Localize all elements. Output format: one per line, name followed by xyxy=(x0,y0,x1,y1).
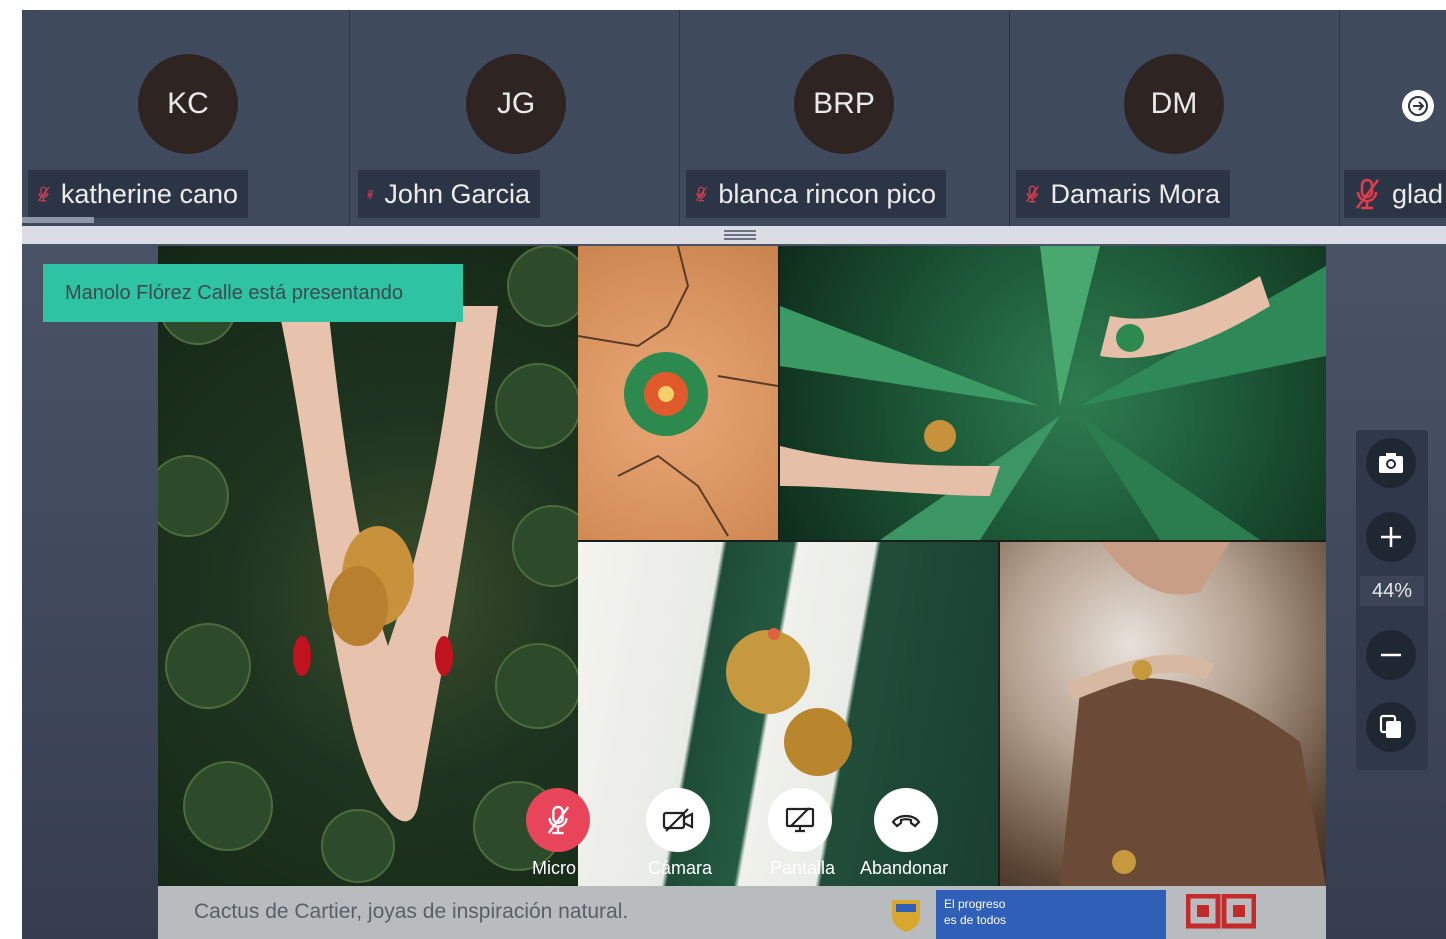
zoom-level: 44% xyxy=(1360,576,1424,606)
participant-name-tag: blanca rincon pico xyxy=(686,170,946,218)
zoom-in-icon xyxy=(1381,527,1401,547)
avatar: BRP xyxy=(794,54,894,154)
participant-name: John Garcia xyxy=(384,178,530,209)
participant-name: Damaris Mora xyxy=(1050,178,1220,209)
panel-splitter[interactable] xyxy=(22,226,1446,244)
presenter-banner: Manolo Flórez Calle está presentando xyxy=(43,264,463,322)
participant-tile[interactable]: BRP blanca rincon pico xyxy=(682,10,1010,226)
shared-slide: Cactus de Cartier, joyas de inspiración … xyxy=(158,246,1326,939)
camera-off-icon xyxy=(662,808,694,832)
mic-label: Micro xyxy=(532,858,576,878)
mic-off-icon xyxy=(367,189,374,199)
meeting-window: KC katherine cano JG John Garcia BRP bla… xyxy=(22,10,1446,939)
slide-photo-agave-hands xyxy=(780,246,1326,540)
mic-off-icon xyxy=(1026,185,1039,203)
participant-name: katherine cano xyxy=(60,178,238,209)
splitter-grip-icon[interactable] xyxy=(724,230,756,232)
participant-name-tag: katherine cano xyxy=(28,170,248,218)
screen-share-label: Pantalla xyxy=(770,858,836,878)
hang-up-icon xyxy=(891,814,921,828)
camera-snapshot-icon xyxy=(1379,453,1403,473)
participant-name: blanca rincon pico xyxy=(718,178,936,209)
view-toolbar: 44% xyxy=(1356,430,1428,770)
camera-toggle-button[interactable] xyxy=(646,788,710,852)
mic-off-icon xyxy=(37,186,50,202)
snapshot-button[interactable] xyxy=(1366,438,1416,488)
screen-share-button[interactable] xyxy=(768,788,832,852)
camera-label: Cámara xyxy=(648,858,713,878)
screen-share-off-icon xyxy=(785,807,815,833)
arrow-right-icon xyxy=(1408,96,1428,116)
slide-photo-model xyxy=(1000,542,1326,886)
zoom-out-icon xyxy=(1381,653,1401,657)
participant-tile[interactable]: JG John Garcia xyxy=(352,10,680,226)
zoom-out-button[interactable] xyxy=(1366,630,1416,680)
avatar: JG xyxy=(466,54,566,154)
colombia-shield-logo xyxy=(892,900,920,932)
participant-tile[interactable]: KC katherine cano xyxy=(22,10,350,226)
strip-scrollbar[interactable] xyxy=(22,217,94,223)
participant-name-tag: glad xyxy=(1344,170,1446,218)
slide-caption: Cactus de Cartier, joyas de inspiración … xyxy=(194,900,629,923)
participant-strip: KC katherine cano JG John Garcia BRP bla… xyxy=(22,10,1446,226)
next-participants-button[interactable] xyxy=(1402,90,1434,122)
leave-call-label: Abandonar xyxy=(860,858,949,878)
presentation-stage: Cactus de Cartier, joyas de inspiración … xyxy=(22,244,1446,939)
participant-tile[interactable]: DM Damaris Mora xyxy=(1012,10,1340,226)
slide-photo-desert-cactus xyxy=(578,246,778,540)
mic-toggle-button[interactable] xyxy=(526,788,590,852)
participant-name-tag: Damaris Mora xyxy=(1016,170,1230,218)
presenter-banner-text: Manolo Flórez Calle está presentando xyxy=(65,281,403,304)
mic-off-icon xyxy=(695,186,707,202)
pop-out-button[interactable] xyxy=(1366,702,1416,752)
artesanias-logo xyxy=(1186,894,1256,929)
avatar: KC xyxy=(138,54,238,154)
slide-photo-hands-cactus xyxy=(158,246,578,886)
logo-text-line-2: es de todos xyxy=(944,913,1007,927)
logo-text-line-1: El progreso xyxy=(944,897,1006,911)
slide-caption-bar: Cactus de Cartier, joyas de inspiración … xyxy=(158,886,1326,939)
avatar: DM xyxy=(1124,54,1224,154)
zoom-in-button[interactable] xyxy=(1366,512,1416,562)
copy-icon xyxy=(1379,714,1401,738)
leave-call-button[interactable] xyxy=(874,788,938,852)
participant-name-tag: John Garcia xyxy=(358,170,540,218)
mic-off-icon xyxy=(547,805,570,835)
mic-off-icon xyxy=(1356,178,1379,210)
participant-name: glad xyxy=(1392,178,1444,209)
participant-tile[interactable]: glad xyxy=(1340,10,1446,226)
government-logo: El progreso es de todos xyxy=(936,890,1166,939)
